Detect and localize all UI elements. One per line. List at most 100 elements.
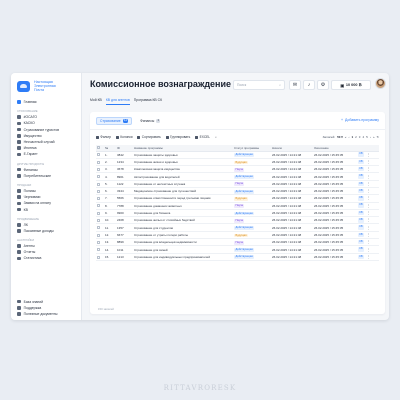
more-icon[interactable]: ⋮ <box>367 226 370 230</box>
table-row[interactable]: 4. 8901 Автострахование для водителей Дейст… <box>96 172 379 181</box>
row-checkbox[interactable] <box>97 226 100 230</box>
commission-button[interactable]: КВ <box>358 203 364 208</box>
row-checkbox[interactable] <box>97 204 100 208</box>
commission-button[interactable]: КВ <box>358 210 364 216</box>
sidebar-item[interactable]: Пассивные доходы <box>11 228 81 234</box>
more-icon[interactable]: ⋮ <box>367 211 370 215</box>
prev-page-icon[interactable]: ‹ <box>348 135 349 139</box>
page-number[interactable]: 3 <box>359 135 361 139</box>
more-icon[interactable]: ⋮ <box>367 160 370 164</box>
more-icon[interactable]: ⋮ <box>367 255 370 259</box>
table-row[interactable]: 12. 6677 Страхование от утраты потери рабо… <box>96 231 379 240</box>
settings-button[interactable]: ⚙ <box>317 80 329 90</box>
table-row[interactable]: 11. 1357 Страхование для студентов Действую… <box>96 223 379 232</box>
select-all-checkbox[interactable] <box>97 146 100 150</box>
first-page-icon[interactable]: « <box>345 135 347 139</box>
mail-button[interactable]: ✉ <box>289 80 301 90</box>
sidebar-item[interactable]: Статистика <box>11 255 81 261</box>
table-row[interactable]: 5. 1122 Страхование от несчастных случаев П… <box>96 180 379 189</box>
table-row[interactable]: 15. 1213 Страхование для индивидуальных пр… <box>96 253 379 261</box>
row-checkbox[interactable] <box>97 189 100 193</box>
subtab[interactable]: Мой КВ <box>90 98 102 105</box>
logo[interactable]: Настоящая Электронная Почта <box>11 73 81 99</box>
menu-item-icon <box>17 127 21 132</box>
more-icon[interactable]: ⋮ <box>367 167 370 171</box>
sort-button[interactable]: Сортировать <box>137 135 161 139</box>
actions-cell: КВ ⋮ <box>357 209 379 218</box>
table-row[interactable]: 13. 8899 Страхование для владельцев недвиж… <box>96 238 379 247</box>
sidebar-item[interactable]: КВ <box>11 206 81 212</box>
category-tab[interactable]: Финансы 2 <box>136 117 164 125</box>
commission-button[interactable]: КВ <box>358 239 364 245</box>
sidebar-item[interactable]: Е-Гарант <box>11 151 81 157</box>
commission-button[interactable]: КВ <box>358 166 364 172</box>
row-checkbox[interactable] <box>97 153 100 157</box>
row-checkbox[interactable] <box>97 233 100 237</box>
row-checkbox[interactable] <box>97 160 100 164</box>
next-page-icon[interactable]: › <box>370 135 371 139</box>
table-row[interactable]: 14. 1011 Страхование для семей Действующая 2… <box>96 245 379 254</box>
table-row[interactable]: 1. 3842 Страхование защиты здоровья Действу… <box>96 151 379 159</box>
commission-button[interactable]: КВ <box>358 174 364 179</box>
page-number[interactable]: 4 <box>362 135 364 139</box>
table-row[interactable]: 3. 3678 Комплексная защита имущества Пауза 2… <box>96 165 379 174</box>
row-checkbox[interactable] <box>97 240 100 244</box>
commission-button[interactable]: КВ <box>358 225 364 230</box>
commission-button[interactable]: КВ <box>358 196 364 201</box>
table-row[interactable]: 10. 2468 Страхование жилья от стихийных бе… <box>96 216 379 225</box>
more-icon[interactable]: ⋮ <box>367 233 370 237</box>
sidebar-item[interactable]: Полезные документы <box>11 311 82 317</box>
more-icon[interactable]: ⋮ <box>367 218 370 222</box>
commission-button[interactable]: КВ <box>358 159 364 165</box>
refresh-icon[interactable]: ↻ <box>376 135 379 139</box>
table-row[interactable]: 2. 1234 Страхование жизни и здоровья Будуща… <box>96 158 379 167</box>
row-checkbox[interactable] <box>97 167 100 171</box>
columns-button[interactable]: Колонки <box>116 135 132 139</box>
sidebar-item-home[interactable]: Главная <box>11 99 81 105</box>
row-checkbox[interactable] <box>97 211 100 215</box>
more-icon[interactable]: ⋮ <box>367 196 370 200</box>
commission-button[interactable]: КВ <box>358 152 364 157</box>
page-number[interactable]: 1 <box>351 135 353 139</box>
table-row[interactable]: 9. 9900 Страхование для бизнеса Действующая… <box>96 209 379 218</box>
more-icon[interactable]: ⋮ <box>367 182 370 186</box>
table-row[interactable]: 8. 7788 Страхование домашних животных Пауза… <box>96 202 379 210</box>
commission-button[interactable]: КВ <box>358 188 364 194</box>
row-checkbox[interactable] <box>97 175 100 179</box>
more-icon[interactable]: ⋮ <box>367 175 370 179</box>
table-search-button[interactable]: ⌕ <box>215 135 217 139</box>
row-checkbox[interactable] <box>97 219 100 223</box>
search-input[interactable]: Поиск ⌕ <box>233 80 285 90</box>
table-row[interactable]: 7. 5566 Страхование ответственности перед … <box>96 194 379 203</box>
per-page-select[interactable]: 50 ▾ <box>337 135 343 139</box>
notifications-button[interactable]: ♪ <box>303 80 315 90</box>
filter-button[interactable]: Фильтр <box>96 135 111 139</box>
more-icon[interactable]: ⋮ <box>367 189 370 193</box>
group-button[interactable]: Группировать <box>165 135 190 139</box>
commission-button[interactable]: КВ <box>358 232 364 238</box>
row-checkbox[interactable] <box>97 197 100 201</box>
commission-button[interactable]: КВ <box>358 247 364 252</box>
more-icon[interactable]: ⋮ <box>367 204 370 208</box>
more-icon[interactable]: ⋮ <box>367 240 370 244</box>
row-checkbox[interactable] <box>97 248 100 252</box>
row-checkbox[interactable] <box>97 255 100 259</box>
page-number[interactable]: 5 <box>366 135 368 139</box>
category-tab[interactable]: Страхование 14 <box>96 117 133 125</box>
excel-button[interactable]: EXCEL <box>195 135 210 139</box>
balance-button[interactable]: ▣ 10 000 ₿ <box>331 80 371 90</box>
avatar[interactable] <box>375 78 386 89</box>
sidebar-item[interactable]: Потребительские <box>11 173 81 179</box>
add-program-button[interactable]: + Добавить программу <box>341 118 379 122</box>
commission-button[interactable]: КВ <box>358 181 364 187</box>
commission-button[interactable]: КВ <box>358 254 364 260</box>
commission-button[interactable]: КВ <box>358 218 364 223</box>
more-icon[interactable]: ⋮ <box>367 153 370 157</box>
row-checkbox[interactable] <box>97 182 100 186</box>
last-page-icon[interactable]: » <box>373 135 375 139</box>
subtab[interactable]: Программа КВ СК <box>134 98 162 105</box>
more-icon[interactable]: ⋮ <box>367 248 370 252</box>
subtab[interactable]: КВ для агентов <box>105 98 130 105</box>
table-row[interactable]: 6. 3344 Медицинское страхование для путеше… <box>96 187 379 196</box>
page-number[interactable]: 2 <box>355 135 357 139</box>
